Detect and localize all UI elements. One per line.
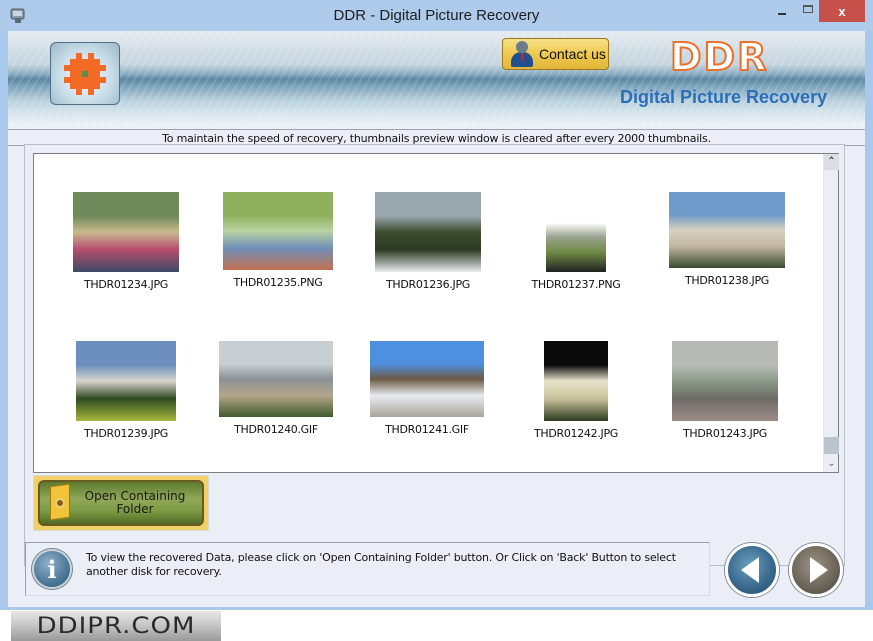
thumbnail-image[interactable]	[223, 192, 333, 270]
thumbnail-filename: THDR01239.JPG	[83, 427, 169, 440]
thumbnail-item[interactable]: THDR01239.JPG	[56, 341, 196, 440]
chevron-up-icon: ⌃	[827, 156, 836, 167]
client-area: Contact us DDR Digital Picture Recovery …	[8, 31, 865, 607]
thumbnail-image[interactable]	[76, 341, 176, 421]
thumbnail-filename: THDR01235.PNG	[233, 276, 323, 289]
thumbnail-image[interactable]	[546, 202, 606, 272]
open-folder-button-face: Open Containing Folder	[38, 480, 204, 526]
thumbnail-filename: THDR01240.GIF	[234, 423, 318, 436]
thumbnail-image[interactable]	[219, 341, 333, 417]
maximize-icon	[803, 5, 813, 13]
thumbnail-filename: THDR01241.GIF	[385, 423, 469, 436]
thumbnail-filename: THDR01243.JPG	[682, 427, 768, 440]
window-title: DDR - Digital Picture Recovery	[333, 7, 540, 24]
arrow-right-icon	[810, 557, 828, 583]
thumbnail-filename: THDR01236.JPG	[385, 278, 471, 291]
thumbnail-item[interactable]: THDR01243.JPG	[655, 341, 795, 440]
thumbnail-item[interactable]: THDR01235.PNG	[208, 190, 348, 289]
header-banner: Contact us DDR Digital Picture Recovery	[8, 31, 865, 127]
vertical-scrollbar[interactable]: ⌃ ⌄	[823, 154, 839, 472]
scroll-thumb[interactable]	[824, 437, 839, 454]
thumbnail-image[interactable]	[370, 341, 484, 417]
arrow-left-icon	[741, 557, 759, 583]
thumbnail-image[interactable]	[672, 341, 778, 421]
close-button[interactable]: x	[819, 0, 865, 22]
thumbnail-item[interactable]: THDR01242.JPG	[506, 341, 646, 440]
scroll-down-button[interactable]: ⌄	[824, 456, 839, 472]
thumbnail-filename: THDR01238.JPG	[684, 274, 770, 287]
thumbnail-item[interactable]: THDR01237.PNG	[506, 192, 646, 291]
thumbnail-filename: THDR01237.PNG	[531, 278, 621, 291]
logo-checker-icon	[64, 52, 106, 95]
info-icon: i	[32, 549, 72, 589]
minimize-button[interactable]	[769, 0, 795, 22]
info-message: To view the recovered Data, please click…	[86, 551, 676, 578]
close-icon: x	[838, 3, 846, 19]
thumbnail-item[interactable]: THDR01238.JPG	[657, 188, 797, 287]
thumbnail-image[interactable]	[375, 192, 481, 272]
folder-icon	[50, 483, 74, 521]
website-label: DDIPR.COM	[36, 613, 196, 639]
contact-us-button[interactable]: Contact us	[502, 38, 609, 70]
brand-logo-text: DDR	[669, 34, 769, 80]
website-banner[interactable]: DDIPR.COM	[11, 611, 221, 641]
scroll-up-button[interactable]: ⌃	[824, 154, 839, 170]
open-containing-folder-button[interactable]: Open Containing Folder	[33, 475, 209, 531]
app-window: DDR - Digital Picture Recovery x Contact…	[0, 0, 873, 610]
info-panel: i To view the recovered Data, please cli…	[25, 542, 710, 596]
chevron-down-icon: ⌄	[827, 458, 836, 469]
contact-us-label: Contact us	[539, 46, 606, 62]
brand-subtitle: Digital Picture Recovery	[620, 87, 828, 107]
thumbnail-filename: THDR01234.JPG	[83, 278, 169, 291]
gallery-frame: ⌃ ⌄ THDR01234.JPG THDR01235.PNG THDR01236.…	[24, 144, 845, 566]
thumbnail-item[interactable]: THDR01236.JPG	[358, 192, 498, 291]
maximize-button[interactable]	[795, 0, 821, 22]
open-folder-label: Open Containing Folder	[84, 489, 186, 516]
minimize-icon	[778, 13, 786, 15]
thumbnail-gallery[interactable]: ⌃ ⌄ THDR01234.JPG THDR01235.PNG THDR01236.…	[33, 153, 839, 473]
thumbnail-item[interactable]: THDR01240.GIF	[206, 337, 346, 436]
thumbnail-image[interactable]	[669, 192, 785, 268]
thumbnail-image[interactable]	[73, 192, 179, 272]
app-logo	[50, 42, 120, 105]
title-bar[interactable]: DDR - Digital Picture Recovery x	[0, 0, 873, 31]
thumbnail-item[interactable]: THDR01241.GIF	[357, 337, 497, 436]
back-button[interactable]	[725, 543, 779, 597]
thumbnail-item[interactable]: THDR01234.JPG	[56, 192, 196, 291]
next-button[interactable]	[789, 543, 843, 597]
thumbnail-image[interactable]	[544, 341, 608, 421]
thumbnail-filename: THDR01242.JPG	[533, 427, 619, 440]
person-icon	[511, 41, 533, 67]
